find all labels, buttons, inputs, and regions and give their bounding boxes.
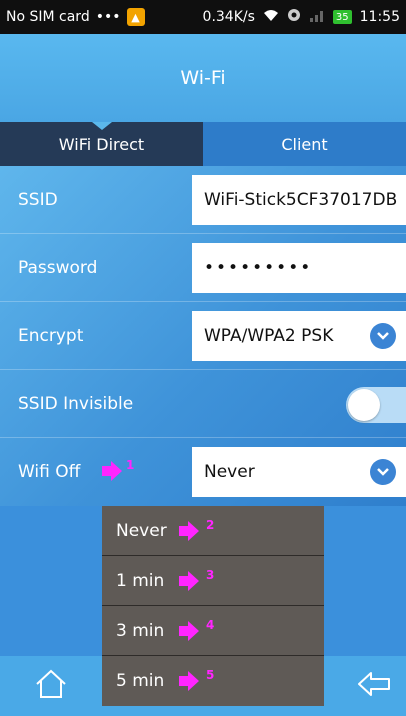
annotation-marker: 5 (206, 668, 215, 682)
status-dots: ••• (95, 9, 121, 25)
encrypt-row: Encrypt WPA/WPA2 PSK (0, 302, 406, 370)
tab-bar: WiFi Direct Client (0, 122, 406, 166)
chevron-down-icon[interactable] (370, 459, 396, 485)
option-label: Never (116, 520, 167, 541)
tab-wifi-direct[interactable]: WiFi Direct (0, 122, 203, 166)
dropdown-option-5-min[interactable]: 5 min 5 (102, 656, 324, 706)
tab-client[interactable]: Client (203, 122, 406, 166)
chevron-down-icon[interactable] (370, 323, 396, 349)
annotation-marker: 2 (206, 518, 215, 532)
status-bar: No SIM card ••• ▲ 0.34K/s 35 11:55 (0, 0, 406, 34)
page-header: Wi-Fi (0, 34, 406, 122)
wifi-off-label: Wifi Off (18, 462, 81, 482)
password-input[interactable]: ••••••••• (192, 243, 406, 293)
option-label: 1 min (116, 570, 165, 591)
home-icon[interactable] (34, 668, 68, 700)
dropdown-option-3-min[interactable]: 3 min 4 (102, 606, 324, 656)
back-icon[interactable] (356, 668, 392, 700)
pointer-arrow-icon (179, 621, 199, 641)
encrypt-value: WPA/WPA2 PSK (204, 326, 334, 346)
password-row: Password ••••••••• (0, 234, 406, 302)
page-title: Wi-Fi (180, 67, 226, 89)
cell-signal-icon (309, 8, 325, 26)
pointer-arrow-icon (179, 571, 199, 591)
wifi-settings-form: SSID WiFi-Stick5CF37017DB Password •••••… (0, 166, 406, 506)
ssid-label: SSID (18, 190, 58, 210)
carrier-text: No SIM card (6, 9, 90, 25)
annotation-marker: 4 (206, 618, 215, 632)
annotation-marker: 3 (206, 568, 215, 582)
option-label: 3 min (116, 620, 165, 641)
pointer-arrow-icon (179, 671, 199, 691)
ssid-invisible-toggle[interactable] (346, 387, 406, 423)
ssid-input[interactable]: WiFi-Stick5CF37017DB (192, 175, 406, 225)
clock: 11:55 (359, 9, 400, 25)
pointer-arrow-icon (179, 521, 199, 541)
dropdown-option-1-min[interactable]: 1 min 3 (102, 556, 324, 606)
annotation-marker: 1 (126, 458, 135, 472)
pointer-arrow-icon (102, 461, 122, 481)
encrypt-select[interactable]: WPA/WPA2 PSK (192, 311, 406, 361)
settings-status-icon (287, 8, 301, 26)
password-label: Password (18, 258, 98, 278)
wifi-signal-icon (263, 8, 279, 26)
dropdown-option-never[interactable]: Never 2 (102, 506, 324, 556)
ssid-invisible-row: SSID Invisible (0, 370, 406, 438)
ssid-invisible-label: SSID Invisible (18, 394, 134, 414)
ssid-row: SSID WiFi-Stick5CF37017DB (0, 166, 406, 234)
encrypt-label: Encrypt (18, 326, 84, 346)
battery-icon: 35 (332, 10, 352, 24)
option-label: 5 min (116, 671, 165, 691)
app-notification-icon: ▲ (126, 8, 145, 26)
wifi-off-value: Never (204, 462, 255, 482)
wifi-off-dropdown: Never 2 1 min 3 3 min 4 5 min 5 (102, 506, 324, 706)
network-speed: 0.34K/s (202, 9, 255, 25)
toggle-knob (348, 389, 380, 421)
wifi-off-row: Wifi Off 1 Never (0, 438, 406, 506)
wifi-off-select[interactable]: Never (192, 447, 406, 497)
